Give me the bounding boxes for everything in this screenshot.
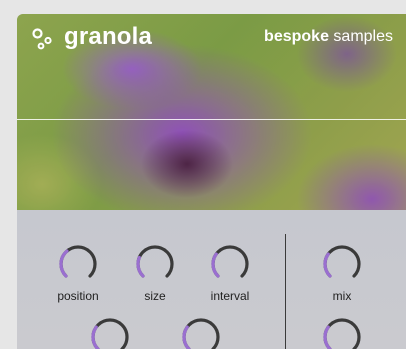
- knob-row2-1[interactable]: [90, 317, 130, 349]
- knob-value-arc: [323, 252, 332, 278]
- position-label: position: [57, 289, 99, 303]
- knob-row2-3[interactable]: [322, 317, 362, 349]
- knob-row2-2[interactable]: [181, 317, 221, 349]
- granola-dots-icon: [32, 28, 52, 50]
- knob-value-arc: [91, 325, 100, 349]
- position-knob[interactable]: [58, 244, 98, 284]
- plugin-window: granola bespoke samples position size in…: [17, 14, 406, 349]
- knob-value-arc: [59, 249, 69, 278]
- knob-value-arc: [136, 255, 145, 278]
- knob-track: [323, 318, 361, 349]
- header-divider-line: [17, 119, 406, 120]
- interval-knob[interactable]: [210, 244, 250, 284]
- knob-value-arc: [211, 252, 220, 278]
- vendor-name-rest: samples: [328, 28, 393, 45]
- interval-label: interval: [210, 289, 250, 303]
- size-knob[interactable]: [135, 244, 175, 284]
- vendor-name: bespoke samples: [264, 28, 393, 46]
- vendor-name-bold: bespoke: [264, 28, 329, 45]
- mix-knob[interactable]: [322, 244, 362, 284]
- mix-label: mix: [332, 289, 352, 303]
- section-divider: [285, 234, 286, 349]
- size-label: size: [144, 289, 166, 303]
- controls-panel: position size interval mix: [17, 210, 406, 349]
- knob-track: [323, 245, 361, 278]
- knob-track: [136, 245, 174, 278]
- app-title: granola: [64, 23, 153, 50]
- header-image: granola bespoke samples: [17, 14, 406, 210]
- knob-value-arc: [323, 325, 332, 349]
- knob-value-arc: [182, 325, 191, 349]
- knob-track: [91, 318, 129, 349]
- knob-track: [182, 318, 220, 349]
- knob-track: [211, 245, 249, 278]
